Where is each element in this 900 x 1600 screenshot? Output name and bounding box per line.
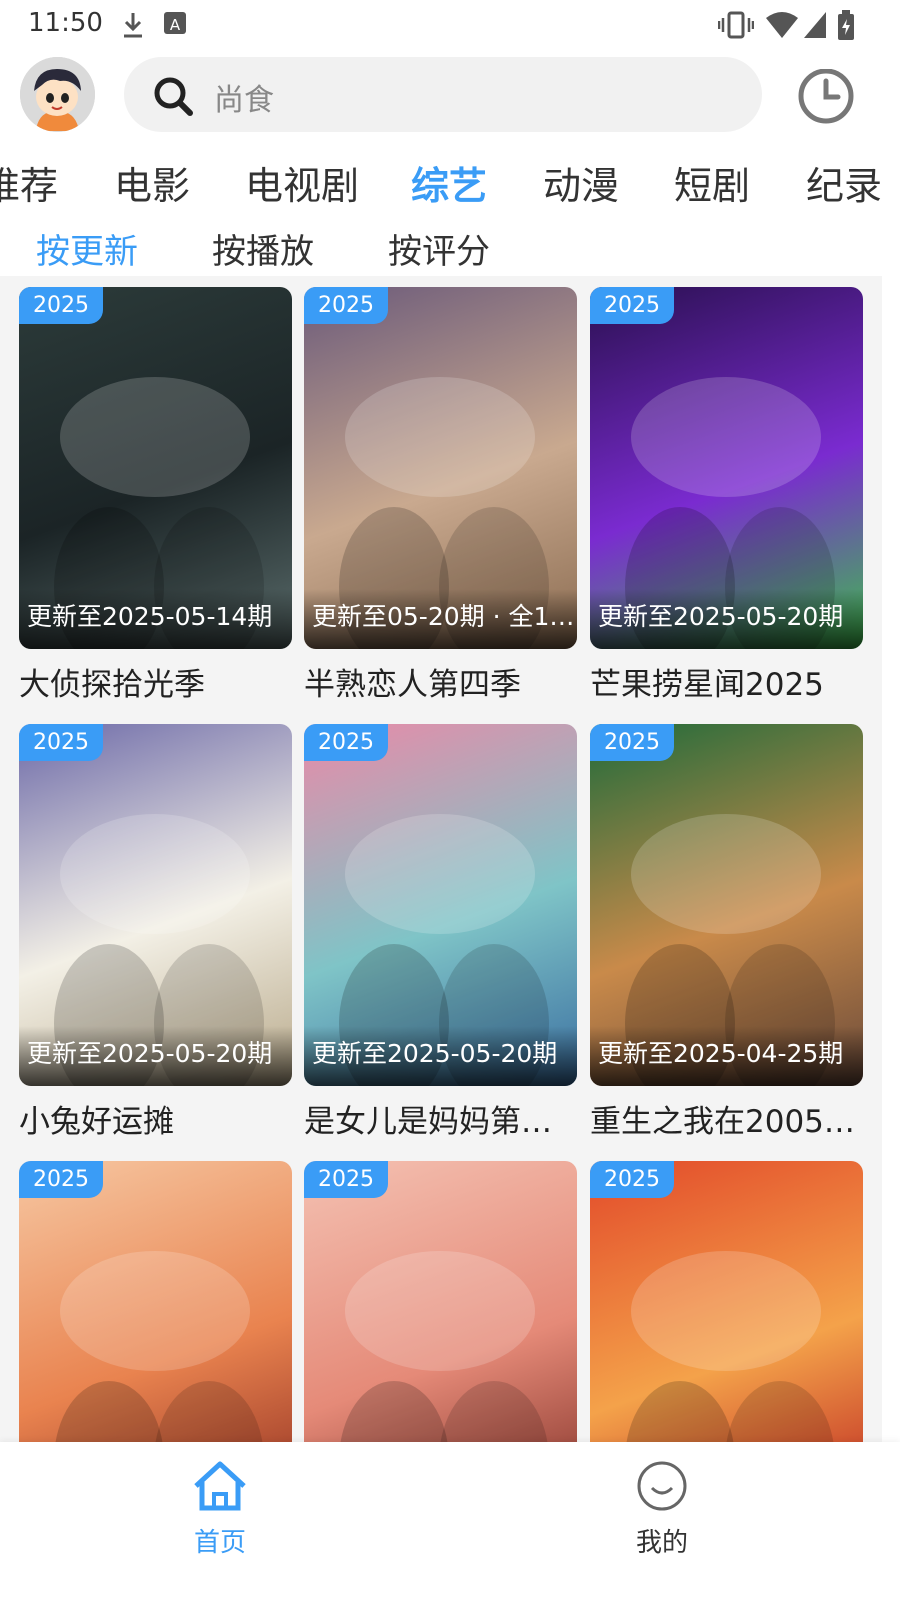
update-status: 更新至2025-05-14期	[19, 589, 292, 649]
wifi-icon	[766, 12, 798, 38]
status-bar: 11:50 A	[0, 0, 900, 48]
year-badge: 2025	[19, 1161, 103, 1198]
poster-image: 2025 更新至2025-04-25期	[590, 724, 863, 1086]
variety-card[interactable]: 2025	[19, 1161, 292, 1442]
vibrate-icon	[718, 11, 754, 39]
year-badge: 2025	[590, 724, 674, 761]
sort-by-update[interactable]: 按更新	[36, 224, 138, 273]
sort-by-rating[interactable]: 按评分	[388, 224, 490, 273]
nav-mine-label: 我的	[635, 1528, 688, 1558]
variety-card[interactable]: 2025 更新至2025-05-20期是女儿是妈妈第…	[304, 724, 577, 1141]
tab-variety[interactable]: 综艺	[411, 155, 487, 210]
search-placeholder: 尚食	[214, 83, 274, 118]
smile-face-icon	[637, 1461, 687, 1511]
avatar[interactable]	[20, 57, 95, 132]
tab-tv-series[interactable]: 电视剧	[245, 155, 359, 210]
tab-short-drama[interactable]: 短剧	[674, 155, 750, 210]
a-box-icon: A	[164, 12, 186, 34]
card-title: 小兔好运摊	[19, 1104, 174, 1140]
bottom-nav: 首页 我的	[0, 1442, 900, 1600]
variety-card[interactable]: 2025 更新至2025-04-25期重生之我在2005…	[590, 724, 863, 1141]
cartoon-avatar-icon	[20, 57, 95, 132]
poster-image: 2025 更新至2025-05-20期	[304, 724, 577, 1086]
poster-image: 2025	[590, 1161, 863, 1442]
poster-image: 2025	[304, 1161, 577, 1442]
clock-icon[interactable]	[796, 69, 856, 129]
home-icon	[194, 1461, 246, 1511]
scroll-gutter	[882, 276, 900, 1442]
tab-movie[interactable]: 电影	[114, 155, 190, 210]
poster-art	[55, 1251, 263, 1442]
poster-image: 2025 更新至05-20期 · 全1…	[304, 287, 577, 649]
sort-by-plays[interactable]: 按播放	[212, 224, 314, 273]
battery-icon	[838, 10, 854, 40]
card-title: 芒果捞星闻2025	[590, 667, 824, 703]
tab-recommend[interactable]: 推荐	[0, 155, 58, 210]
nav-mine[interactable]: 我的	[592, 1458, 732, 1559]
tab-anime[interactable]: 动漫	[543, 155, 619, 210]
status-time: 11:50	[28, 8, 103, 38]
variety-card[interactable]: 2025 更新至2025-05-20期小兔好运摊	[19, 724, 292, 1141]
variety-card[interactable]: 2025 更新至05-20期 · 全1… 半熟恋人第四季	[304, 287, 577, 704]
poster-image: 2025 更新至2025-05-20期	[19, 724, 292, 1086]
update-status: 更新至2025-05-20期	[590, 589, 863, 649]
signal-icon	[804, 12, 826, 38]
svg-text:A: A	[170, 16, 181, 34]
year-badge: 2025	[19, 287, 103, 324]
variety-card[interactable]: 2025 更新至2025-05-20期芒果捞星闻2025	[590, 287, 863, 704]
poster-image: 2025 更新至2025-05-14期	[19, 287, 292, 649]
card-title: 大侦探拾光季	[19, 667, 205, 703]
card-title: 是女儿是妈妈第…	[304, 1104, 552, 1140]
update-status: 更新至2025-04-25期	[590, 1026, 863, 1086]
tab-documentary[interactable]: 纪录	[806, 155, 882, 210]
year-badge: 2025	[590, 1161, 674, 1198]
poster-art	[340, 1251, 548, 1442]
year-badge: 2025	[590, 287, 674, 324]
poster-art	[626, 1251, 834, 1442]
update-status: 更新至2025-05-20期	[19, 1026, 292, 1086]
variety-card[interactable]: 2025 更新至2025-05-14期大侦探拾光季	[19, 287, 292, 704]
content-grid: 2025 更新至2025-05-14期大侦探拾光季 2025 更新至05-20期 · …	[0, 276, 882, 1442]
update-status: 更新至2025-05-20期	[304, 1026, 577, 1086]
card-title: 半熟恋人第四季	[304, 667, 521, 703]
year-badge: 2025	[19, 724, 103, 761]
update-status: 更新至05-20期 · 全1…	[304, 589, 577, 649]
poster-image: 2025	[19, 1161, 292, 1442]
variety-card[interactable]: 2025	[304, 1161, 577, 1442]
download-icon	[124, 13, 142, 38]
card-title: 重生之我在2005…	[590, 1104, 855, 1140]
search-input[interactable]: 尚食	[124, 57, 762, 132]
nav-home-label: 首页	[193, 1528, 246, 1558]
poster-image: 2025 更新至2025-05-20期	[590, 287, 863, 649]
year-badge: 2025	[304, 287, 388, 324]
year-badge: 2025	[304, 1161, 388, 1198]
variety-card[interactable]: 2025	[590, 1161, 863, 1442]
nav-home[interactable]: 首页	[150, 1458, 290, 1559]
search-icon	[154, 77, 193, 116]
year-badge: 2025	[304, 724, 388, 761]
